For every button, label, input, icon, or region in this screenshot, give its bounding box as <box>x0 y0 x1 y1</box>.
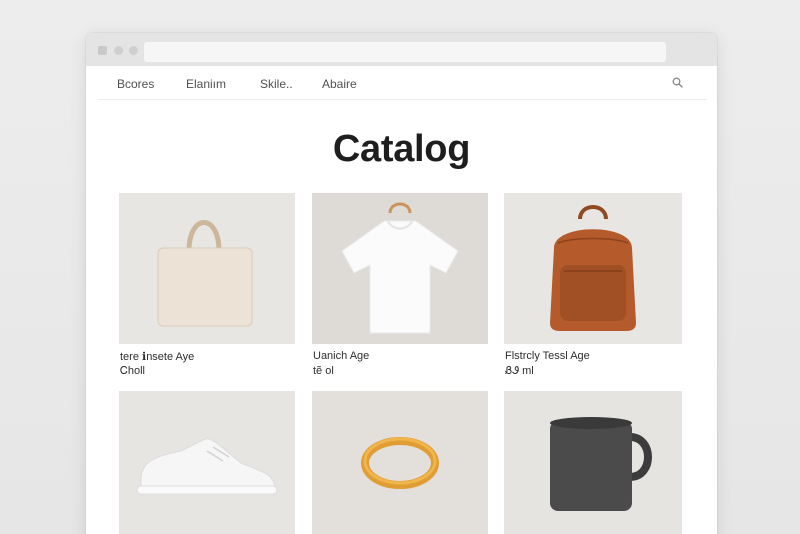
nav-item-2[interactable]: Elaniım <box>186 77 226 91</box>
nav-item-3[interactable]: Skile.. <box>260 77 293 91</box>
product-image[interactable] <box>119 193 295 344</box>
product-image[interactable] <box>119 391 295 534</box>
nav-item-1[interactable]: Bcores <box>117 77 154 91</box>
window-menu-icon[interactable] <box>98 46 107 55</box>
bangle-icon <box>361 437 439 489</box>
product-image[interactable] <box>312 193 488 344</box>
window-minimize-control[interactable] <box>114 46 123 55</box>
product-image[interactable] <box>312 391 488 534</box>
nav-divider <box>98 99 707 100</box>
product-image[interactable] <box>504 193 682 344</box>
tote-bag-icon <box>157 220 253 327</box>
product-name[interactable]: tere ℹnsete Aye <box>120 350 194 363</box>
backpack-icon <box>550 205 636 331</box>
sneaker-icon <box>136 438 278 495</box>
top-nav <box>86 66 717 101</box>
tshirt-icon <box>341 202 459 334</box>
product-price: ᏰᏭ ml <box>505 365 534 377</box>
product-price: Ꮯholl <box>120 365 145 377</box>
browser-window: Bcores Elaniım Skile.. Abaire Catalog te… <box>86 33 717 534</box>
product-price: tẽ ol <box>313 365 334 377</box>
product-name[interactable]: Flstrcly Tessl Age <box>505 350 590 362</box>
page-title: Catalog <box>332 128 471 170</box>
window-maximize-control[interactable] <box>129 46 138 55</box>
mug-icon <box>550 417 652 511</box>
search-icon[interactable] <box>672 77 683 88</box>
nav-item-4[interactable]: Abaire <box>322 77 357 91</box>
product-image[interactable] <box>504 391 682 534</box>
browser-chrome <box>86 33 717 66</box>
product-name[interactable]: Uanich Age <box>313 350 369 362</box>
address-bar[interactable] <box>144 42 666 62</box>
